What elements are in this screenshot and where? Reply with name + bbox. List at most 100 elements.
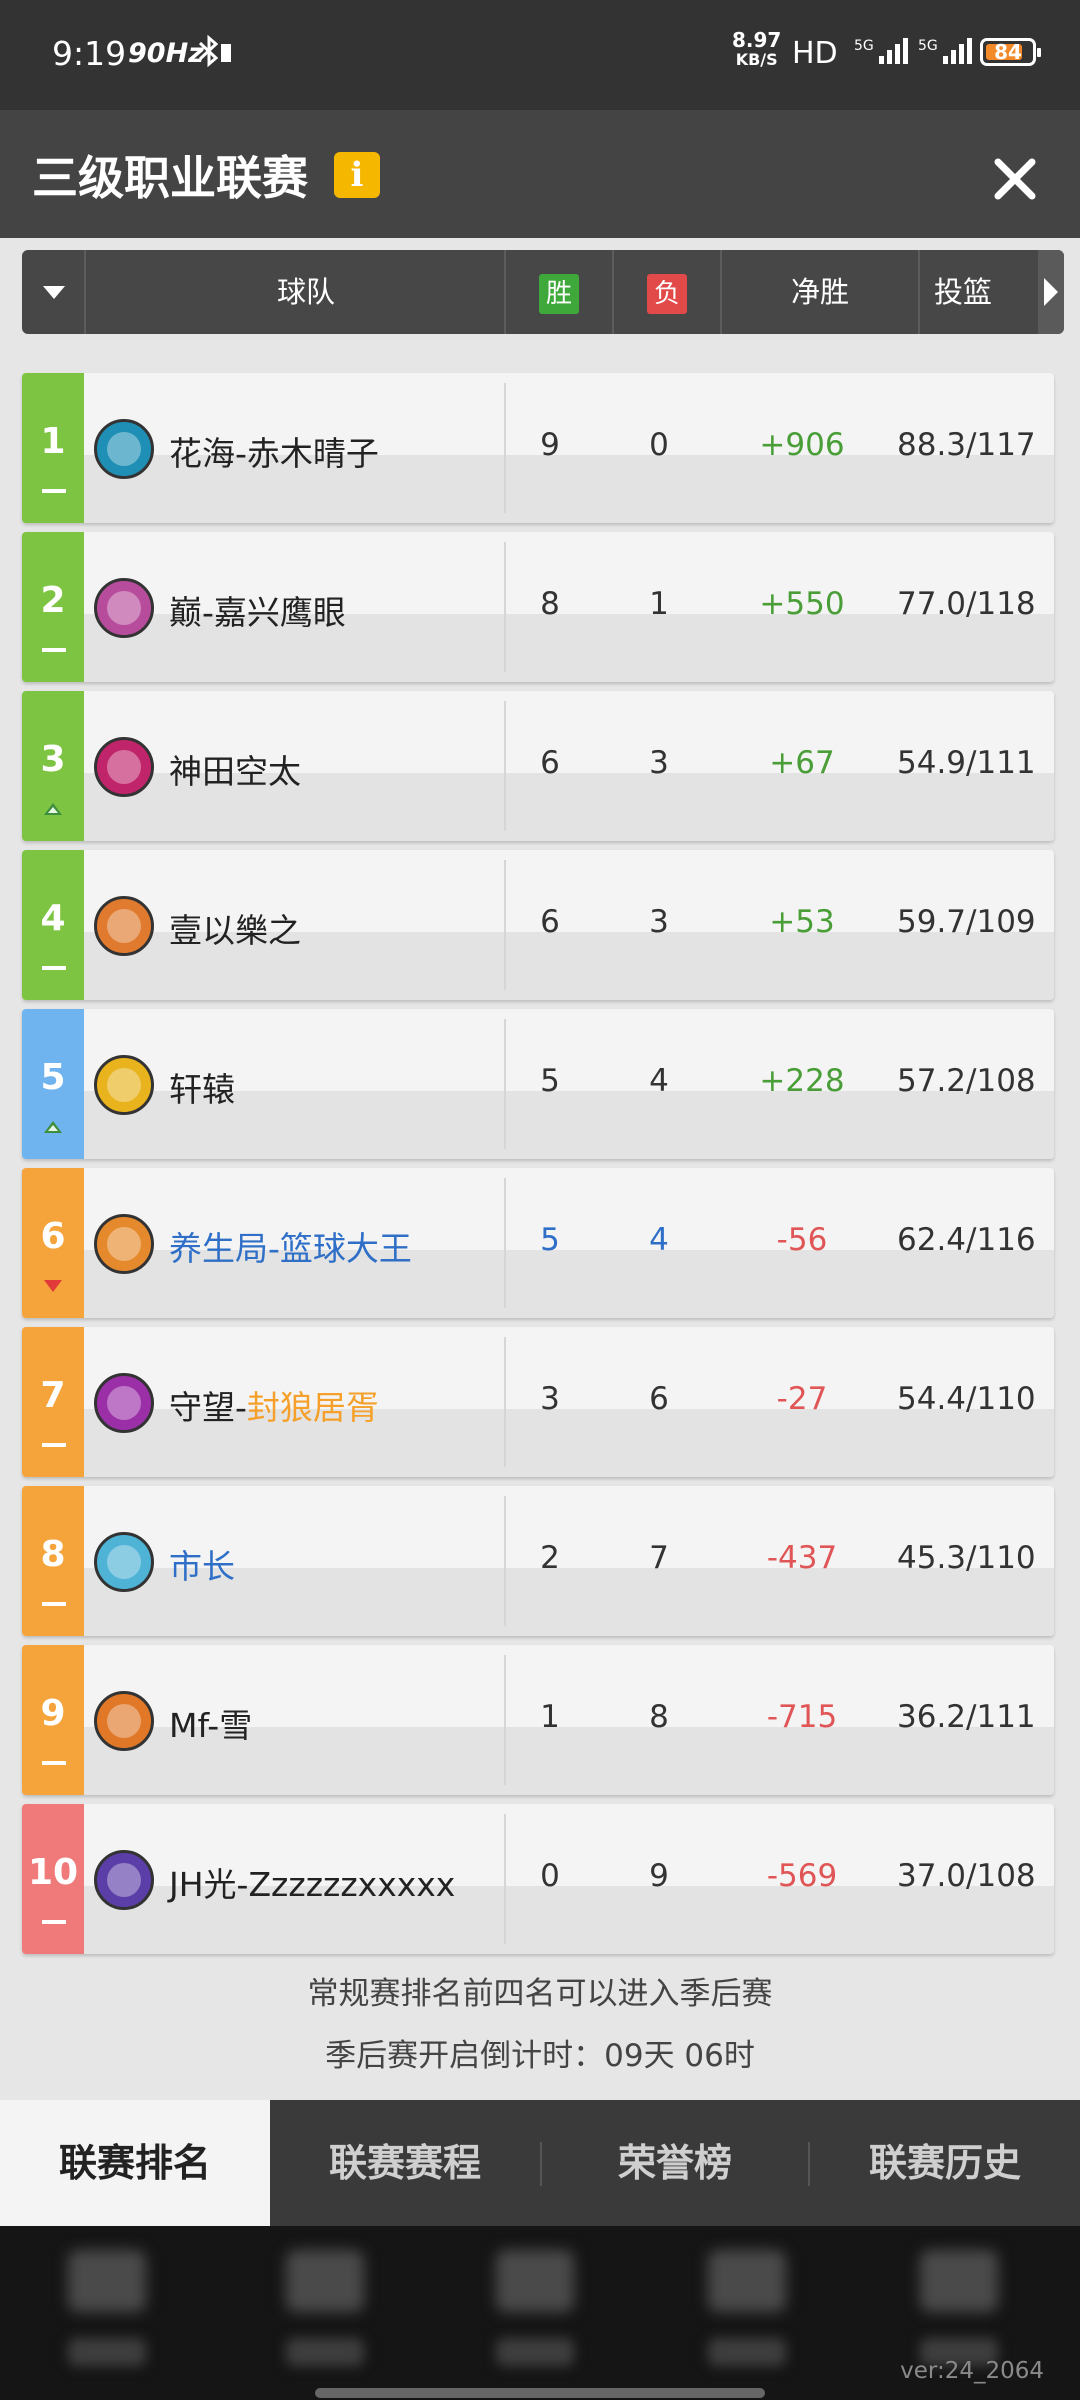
losses-value: 4 — [649, 1222, 669, 1258]
close-button[interactable] — [988, 152, 1042, 206]
losses-value: 8 — [649, 1699, 669, 1735]
signal-type-2: 5G — [918, 38, 938, 54]
team-logo-icon[interactable] — [94, 1850, 154, 1910]
team-logo-icon[interactable] — [94, 419, 154, 479]
shooting-value: 36.2/111 — [897, 1699, 1036, 1735]
standings-table-header: 球队 胜 负 净胜 投篮 — [22, 250, 1064, 334]
shooting-value: 37.0/108 — [897, 1858, 1036, 1894]
team-name[interactable]: JH光-Zzzzzzxxxxx — [169, 1858, 455, 1906]
wins-badge: 胜 — [539, 274, 579, 314]
rank-cell: 8 — [22, 1486, 84, 1636]
team-name[interactable]: Mf-雪 — [169, 1699, 252, 1747]
blurred-nav-icon[interactable] — [708, 2250, 786, 2312]
standings-row[interactable]: 2 巅-嘉兴鹰眼 8 1 +550 77.0/118 — [22, 532, 1054, 682]
column-header-diff[interactable]: 净胜 — [722, 250, 918, 334]
team-logo-icon[interactable] — [94, 896, 154, 956]
blurred-nav-label — [708, 2338, 786, 2366]
dropdown-arrow-icon — [43, 286, 65, 299]
standings-row[interactable]: 1 花海-赤木晴子 9 0 +906 88.3/117 — [22, 373, 1054, 523]
blurred-nav-icon[interactable] — [286, 2250, 364, 2312]
team-logo-icon[interactable] — [94, 578, 154, 638]
rank-up-icon — [44, 1121, 62, 1133]
team-name[interactable]: 轩辕 — [169, 1063, 235, 1111]
standings-row[interactable]: 3 神田空太 6 3 +67 54.9/111 — [22, 691, 1054, 841]
point-diff-value: +550 — [759, 586, 845, 622]
chevron-right-icon — [1044, 278, 1058, 306]
team-name[interactable]: 花海-赤木晴子 — [169, 427, 379, 475]
home-indicator[interactable] — [315, 2388, 765, 2398]
team-logo-icon[interactable] — [94, 1691, 154, 1751]
page-title: 三级职业联赛 — [32, 151, 308, 205]
team-logo-icon[interactable] — [94, 1373, 154, 1433]
standings-row[interactable]: 5 轩辕 5 4 +228 57.2/108 — [22, 1009, 1054, 1159]
network-speed-value: 8.97 — [732, 28, 782, 52]
rank-cell: 6 — [22, 1168, 84, 1318]
point-diff-value: -27 — [776, 1381, 828, 1417]
blurred-nav-icon[interactable] — [68, 2250, 146, 2312]
refresh-rate: 90Hz — [128, 38, 204, 69]
battery-level: 84 — [994, 40, 1022, 64]
losses-badge: 负 — [647, 274, 687, 314]
rank-number: 2 — [40, 580, 66, 621]
team-logo-icon[interactable] — [94, 1055, 154, 1115]
sort-toggle-button[interactable] — [22, 250, 84, 334]
standings-row[interactable]: 6 养生局-篮球大王 5 4 -56 62.4/116 — [22, 1168, 1054, 1318]
tab-league-ranking[interactable]: 联赛排名 — [0, 2100, 270, 2226]
rank-number: 5 — [40, 1057, 66, 1098]
point-diff-value: +67 — [769, 745, 835, 781]
column-header-team[interactable]: 球队 — [86, 250, 526, 334]
shooting-value: 54.9/111 — [897, 745, 1036, 781]
rank-number: 3 — [40, 739, 66, 780]
team-logo-icon[interactable] — [94, 737, 154, 797]
blurred-nav-icon[interactable] — [496, 2250, 574, 2312]
shooting-value: 57.2/108 — [897, 1063, 1036, 1099]
rank-cell: 1 — [22, 373, 84, 523]
rank-unchanged-icon — [42, 1443, 66, 1447]
team-name-prefix: 守望- — [169, 1388, 247, 1427]
shooting-value: 45.3/110 — [897, 1540, 1036, 1576]
rank-unchanged-icon — [42, 966, 66, 970]
tab-league-schedule[interactable]: 联赛赛程 — [270, 2100, 540, 2226]
rank-cell: 2 — [22, 532, 84, 682]
tab-honor-roll[interactable]: 荣誉榜 — [540, 2100, 810, 2226]
team-name[interactable]: 壹以樂之 — [169, 904, 301, 952]
status-time: 9:19 — [52, 34, 127, 73]
standings-row[interactable]: 9 Mf-雪 1 8 -715 36.2/111 — [22, 1645, 1054, 1795]
team-name[interactable]: 巅-嘉兴鹰眼 — [169, 586, 346, 634]
standings-row[interactable]: 4 壹以樂之 6 3 +53 59.7/109 — [22, 850, 1054, 1000]
losses-value: 4 — [649, 1063, 669, 1099]
wins-value: 0 — [540, 1858, 560, 1894]
standings-row[interactable]: 7 守望-封狼居胥 3 6 -27 54.4/110 — [22, 1327, 1054, 1477]
rank-number: 10 — [27, 1852, 79, 1893]
tab-league-history[interactable]: 联赛历史 — [810, 2100, 1080, 2226]
team-name[interactable]: 市长 — [169, 1540, 235, 1588]
signal-bars-icon — [878, 36, 912, 70]
standings-row[interactable]: 10 JH光-Zzzzzzxxxxx 0 9 -569 37.0/108 — [22, 1804, 1054, 1954]
team-logo-icon[interactable] — [94, 1214, 154, 1274]
blurred-nav-label — [68, 2338, 146, 2366]
team-logo-icon[interactable] — [94, 1532, 154, 1592]
wins-value: 9 — [540, 427, 560, 463]
scroll-right-button[interactable] — [1038, 250, 1064, 334]
info-button[interactable]: i — [334, 152, 380, 198]
rank-number: 1 — [40, 421, 66, 462]
rank-unchanged-icon — [42, 1761, 66, 1765]
blurred-nav-icon[interactable] — [920, 2250, 998, 2312]
losses-value: 7 — [649, 1540, 669, 1576]
rank-cell: 10 — [22, 1804, 84, 1954]
version-label: ver:24_2064 — [900, 2358, 1044, 2384]
point-diff-value: -715 — [766, 1699, 838, 1735]
team-name[interactable]: 神田空太 — [169, 745, 301, 793]
team-name[interactable]: 养生局-篮球大王 — [169, 1222, 412, 1270]
column-header-wins[interactable]: 胜 — [506, 250, 612, 334]
shooting-value: 77.0/118 — [897, 586, 1036, 622]
rank-number: 8 — [40, 1534, 66, 1575]
rank-unchanged-icon — [42, 489, 66, 493]
standings-row[interactable]: 8 市长 2 7 -437 45.3/110 — [22, 1486, 1054, 1636]
rank-unchanged-icon — [42, 1602, 66, 1606]
column-header-losses[interactable]: 负 — [614, 250, 720, 334]
team-name[interactable]: 守望-封狼居胥 — [169, 1381, 379, 1429]
column-header-shooting[interactable]: 投篮 — [920, 250, 1050, 334]
shooting-value: 88.3/117 — [897, 427, 1036, 463]
rank-cell: 4 — [22, 850, 84, 1000]
